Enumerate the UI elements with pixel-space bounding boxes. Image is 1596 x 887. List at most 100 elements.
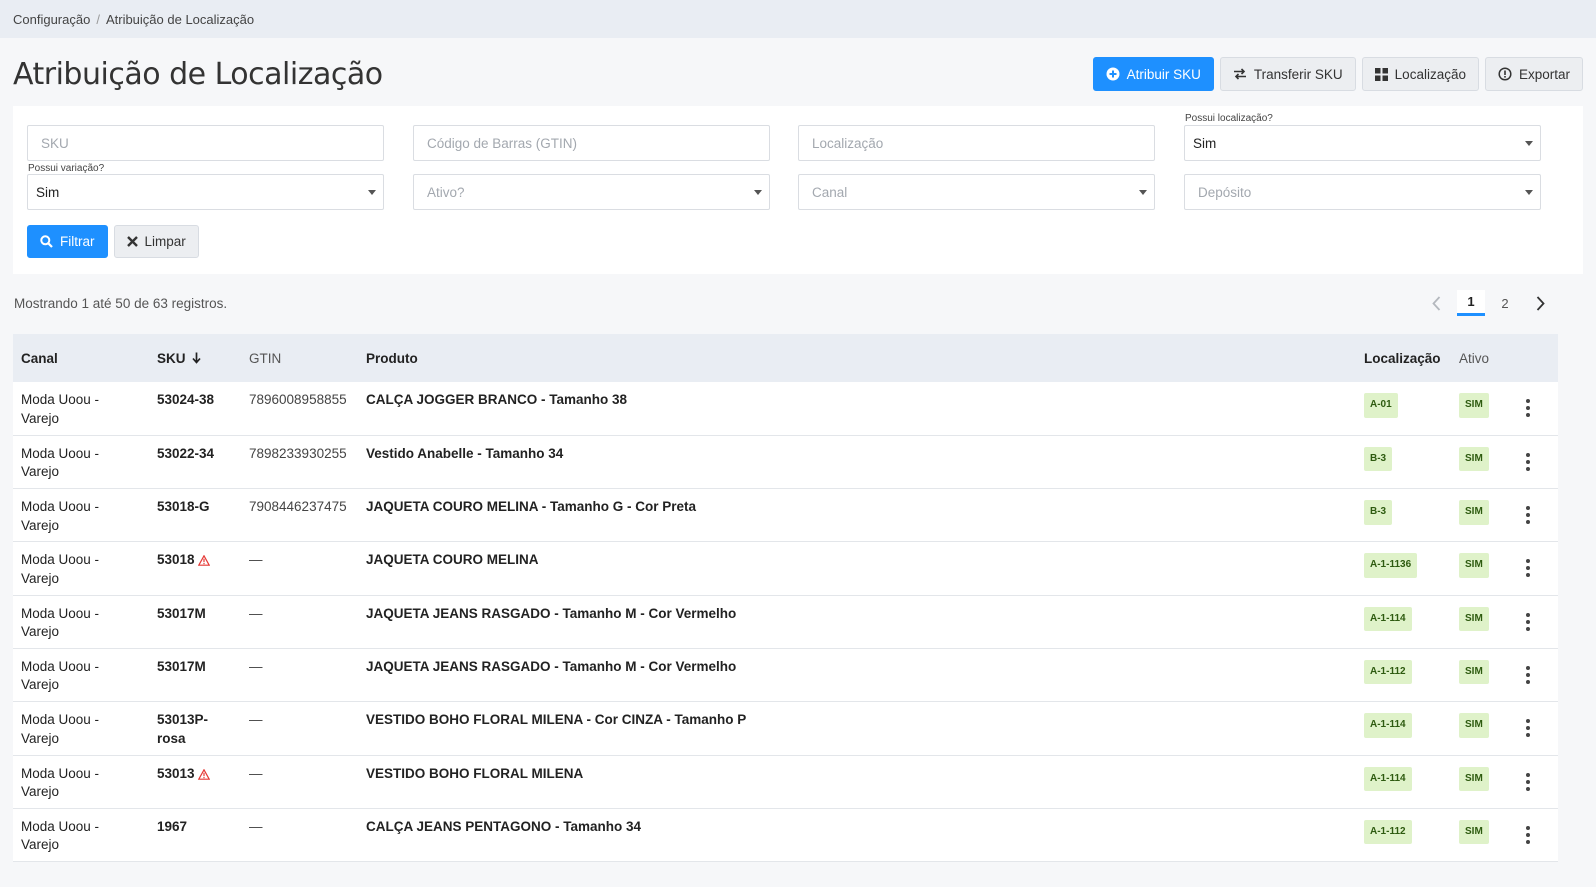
deposito-select[interactable]: Depósito: [1184, 174, 1541, 210]
breadcrumb-separator: /: [96, 11, 100, 27]
column-header-produto[interactable]: Produto: [358, 334, 1356, 382]
canal-placeholder: Canal: [812, 184, 848, 200]
table-row[interactable]: Moda Uoou - Varejo 53022-34 7898233930255 Ve…: [13, 435, 1558, 489]
table-body: Moda Uoou - Varejo 53024-38 7896008958855 CA…: [13, 382, 1558, 862]
actions-cell: [1511, 382, 1558, 435]
sku-location-table: Canal SKU GTIN Produto Localização Ativo…: [13, 334, 1558, 863]
ativo-select[interactable]: Ativo?: [413, 174, 770, 210]
more-options-icon[interactable]: [1519, 612, 1537, 631]
sku-cell-value: 53013: [157, 765, 195, 781]
more-options-icon[interactable]: [1519, 399, 1537, 417]
ativo-badge: SIM: [1459, 446, 1489, 472]
canal-cell: Moda Uoou - Varejo: [13, 542, 149, 595]
sku-cell-value: 53013P-: [157, 712, 209, 728]
ativo-badge: SIM: [1459, 500, 1489, 525]
atribuir-sku-button[interactable]: Atribuir SKU: [1092, 57, 1214, 91]
table-row[interactable]: Moda Uoou - Varejo 53018-G 7908446237475 JAQ…: [13, 489, 1558, 542]
produto-cell: Vestido Anabelle - Tamanho 34: [366, 445, 564, 461]
localizacao-filter-input[interactable]: Localização: [798, 125, 1155, 161]
table-row[interactable]: Moda Uoou - Varejo 1967 — CALÇA JEANS PENTAG…: [13, 808, 1558, 862]
canal-cell-line2: Varejo: [21, 730, 60, 746]
localizacao-cell: A-1-114: [1356, 755, 1451, 808]
column-header-localizacao[interactable]: Localização: [1356, 334, 1451, 382]
localizacao-cell: A-1-112: [1356, 808, 1451, 861]
filtrar-button[interactable]: Filtrar: [27, 225, 108, 258]
chevron-down-icon: [1525, 141, 1533, 146]
canal-cell: Moda Uoou - Varejo: [13, 808, 149, 861]
breadcrumb-current: Atribuição de Localização: [105, 11, 255, 27]
canal-cell-line1: Moda Uoou -: [21, 445, 100, 461]
chevron-down-icon: [368, 190, 376, 195]
canal-cell-line2: Varejo: [21, 517, 60, 533]
gtin-filter-input[interactable]: Código de Barras (GTIN): [413, 125, 770, 161]
canal-select[interactable]: Canal: [798, 174, 1155, 210]
sku-cell: 53024-38: [149, 382, 241, 435]
produto-cell: VESTIDO BOHO FLORAL MILENA - Cor CINZA -…: [366, 712, 747, 728]
table-row[interactable]: Moda Uoou - Varejo 53017M — JAQUETA JEANS RA…: [13, 595, 1558, 649]
canal-cell-line2: Varejo: [21, 570, 60, 586]
next-page-button[interactable]: [1525, 290, 1555, 316]
table-row[interactable]: Moda Uoou - Varejo 53018 — JAQUETA COURO MEL…: [13, 542, 1558, 596]
actions-cell: [1511, 648, 1558, 701]
more-options-icon[interactable]: [1519, 559, 1537, 578]
table-row[interactable]: Moda Uoou - Varejo 53013P-rosa — VESTIDO BOH…: [13, 702, 1558, 756]
table-row[interactable]: Moda Uoou - Varejo 53024-38 7896008958855 CA…: [13, 382, 1558, 436]
sku-filter-input[interactable]: SKU: [27, 125, 384, 161]
ativo-cell: SIM: [1451, 542, 1511, 595]
records-info-row: Mostrando 1 até 50 de 63 registros. 1 2: [14, 290, 1559, 316]
localizacao-badge: A-1-112: [1364, 659, 1412, 685]
chevron-right-icon: [1536, 295, 1545, 311]
column-header-gtin[interactable]: GTIN: [241, 334, 358, 382]
possui-variacao-value: Sim: [36, 184, 60, 200]
canal-cell-line1: Moda Uoou -: [21, 765, 100, 781]
gtin-cell: —: [249, 712, 263, 728]
localizacao-badge: A-1-114: [1364, 766, 1412, 792]
column-header-sku[interactable]: SKU: [149, 334, 241, 382]
filtrar-label: Filtrar: [60, 234, 95, 249]
header-actions: Atribuir SKU Transferir SKU Localização …: [1092, 57, 1583, 91]
produto-cell: JAQUETA COURO MELINA - Tamanho G - Cor P…: [366, 499, 697, 515]
breadcrumb-configuracao[interactable]: Configuração: [13, 12, 90, 27]
more-options-icon[interactable]: [1519, 825, 1537, 844]
more-options-icon[interactable]: [1519, 452, 1537, 471]
close-icon: [126, 236, 138, 247]
page-1-button[interactable]: 1: [1457, 290, 1485, 316]
more-options-icon[interactable]: [1519, 506, 1537, 525]
column-header-canal[interactable]: Canal: [13, 334, 149, 382]
table-row[interactable]: Moda Uoou - Varejo 53017M — JAQUETA JEANS RA…: [13, 648, 1558, 702]
column-header-ativo[interactable]: Ativo: [1451, 334, 1511, 382]
more-options-icon[interactable]: [1519, 665, 1537, 684]
produto-cell: JAQUETA JEANS RASGADO - Tamanho M - Cor …: [366, 605, 737, 621]
canal-cell-line2: Varejo: [21, 837, 60, 853]
plus-circle-icon: [1106, 67, 1120, 81]
chevron-down-icon: [754, 190, 762, 195]
gtin-cell: 7896008958855: [249, 392, 347, 407]
actions-cell: [1511, 489, 1558, 542]
prev-page-button[interactable]: [1421, 290, 1451, 316]
exportar-button[interactable]: Exportar: [1484, 57, 1583, 91]
localizacao-cell: B-3: [1356, 435, 1451, 488]
possui-localizacao-select[interactable]: Sim: [1184, 125, 1541, 161]
canal-cell: Moda Uoou - Varejo: [13, 382, 149, 435]
localizacao-button[interactable]: Localização: [1361, 57, 1479, 91]
possui-variacao-select[interactable]: Sim: [27, 174, 384, 210]
actions-cell: [1511, 755, 1558, 808]
table-row[interactable]: Moda Uoou - Varejo 53013 — VESTIDO BOHO FLOR…: [13, 755, 1558, 809]
chevron-left-icon: [1431, 295, 1440, 311]
gtin-cell: —: [249, 765, 263, 781]
page-2-button[interactable]: 2: [1491, 290, 1519, 316]
ativo-cell: SIM: [1451, 648, 1511, 701]
actions-cell: [1511, 595, 1558, 648]
sku-cell-value: 53018: [157, 552, 195, 568]
transferir-sku-button[interactable]: Transferir SKU: [1219, 57, 1356, 91]
ativo-badge: SIM: [1459, 393, 1489, 418]
more-options-icon[interactable]: [1519, 719, 1537, 738]
canal-cell: Moda Uoou - Varejo: [13, 702, 149, 755]
more-options-icon[interactable]: [1519, 772, 1537, 791]
sku-cell: 53017M: [149, 648, 241, 701]
limpar-button[interactable]: Limpar: [113, 225, 199, 258]
canal-cell-line1: Moda Uoou -: [21, 712, 100, 728]
canal-cell-line1: Moda Uoou -: [21, 499, 100, 515]
localizacao-cell: A-01: [1356, 382, 1451, 435]
actions-cell: [1511, 808, 1558, 861]
